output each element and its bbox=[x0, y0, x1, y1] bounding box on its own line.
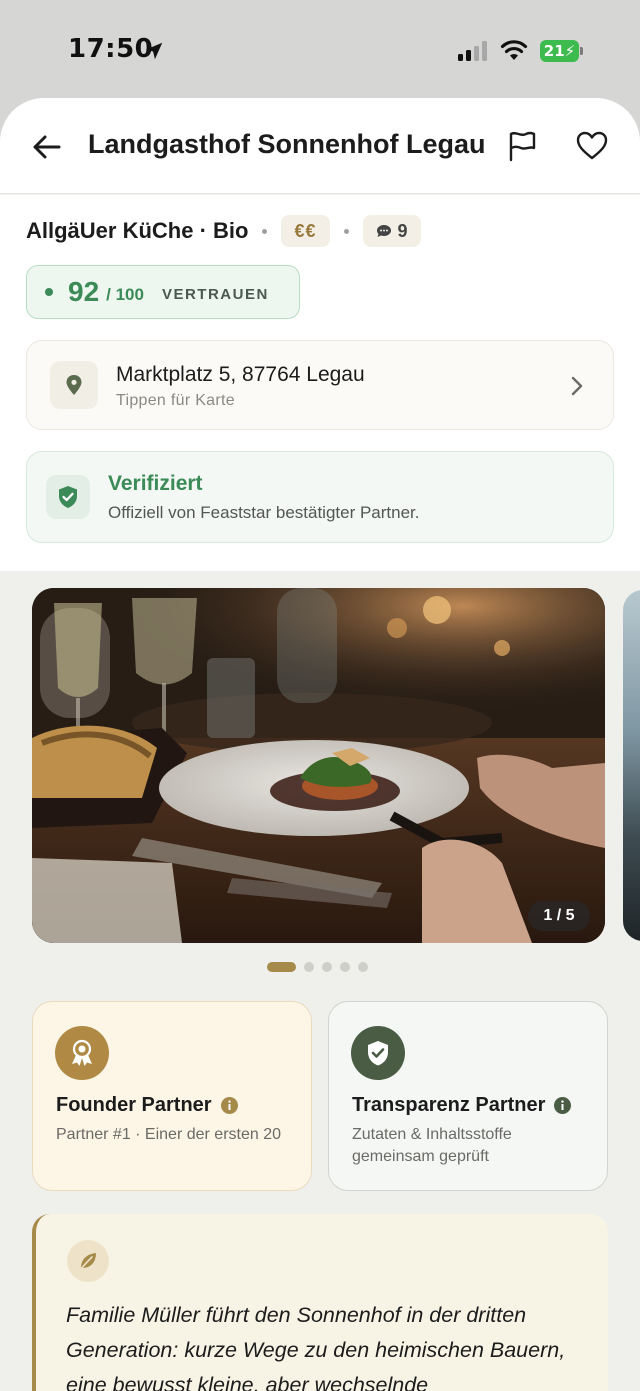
info-icon[interactable] bbox=[554, 1097, 572, 1114]
verified-title: Verifiziert bbox=[108, 472, 203, 495]
location-arrow-icon bbox=[145, 42, 163, 60]
verified-icon-box bbox=[46, 475, 90, 519]
transparency-partner-title-text: Transparenz Partner bbox=[352, 1094, 546, 1116]
pagination-dot[interactable] bbox=[340, 962, 350, 972]
comment-bubble-icon bbox=[376, 225, 391, 237]
story-card: Familie Müller führt den Sonnenhof in de… bbox=[32, 1214, 608, 1391]
status-bar: 17:50 21⚡ bbox=[0, 0, 640, 100]
leaf-icon bbox=[80, 1253, 96, 1270]
cuisine-label: AllgäUer KüChe · Bio bbox=[26, 218, 249, 243]
next-gallery-photo[interactable] bbox=[623, 590, 640, 941]
trust-score-value: 92 bbox=[68, 276, 100, 307]
restaurant-info: AllgäUer KüChe · Bio €€ 9 92 / 100 VERTR… bbox=[0, 195, 640, 571]
gallery-counter: 1 / 5 bbox=[528, 901, 590, 931]
gallery-pagination bbox=[267, 962, 368, 972]
price-badge: €€ bbox=[281, 215, 330, 247]
shield-check-icon bbox=[368, 1041, 388, 1066]
pagination-dot[interactable] bbox=[304, 962, 314, 972]
wifi-icon bbox=[500, 40, 528, 60]
founder-partner-title-text: Founder Partner bbox=[56, 1094, 212, 1116]
gallery-photo[interactable] bbox=[32, 588, 605, 943]
founder-badge bbox=[55, 1026, 109, 1080]
status-time: 17:50 bbox=[68, 34, 154, 64]
shield-check-icon bbox=[59, 486, 77, 508]
transparency-partner-card[interactable]: Transparenz Partner Zutaten & Inhaltssto… bbox=[328, 1001, 608, 1191]
chevron-right-icon bbox=[571, 376, 583, 396]
founder-partner-description: Partner #1 · Einer der ersten 20 bbox=[56, 1126, 282, 1143]
trust-dot bbox=[45, 288, 53, 296]
address-card[interactable]: Marktplatz 5, 87764 Legau Tippen für Kar… bbox=[26, 340, 614, 430]
transparency-badge bbox=[351, 1026, 405, 1080]
cellular-signal-icon bbox=[458, 41, 487, 61]
map-pin-icon bbox=[66, 375, 82, 395]
address-hint: Tippen für Karte bbox=[116, 392, 235, 409]
heart-icon[interactable] bbox=[576, 131, 608, 161]
trust-score-label: VERTRAUEN bbox=[161, 285, 269, 303]
leaf-icon-box bbox=[67, 1240, 109, 1282]
transparency-partner-title: Transparenz Partner bbox=[352, 1094, 572, 1117]
transparency-partner-description: Zutaten & Inhaltsstoffe gemeinsam geprüf… bbox=[352, 1126, 512, 1165]
verified-card: Verifiziert Offiziell von Feaststar best… bbox=[26, 451, 614, 543]
comments-badge[interactable]: 9 bbox=[362, 215, 421, 247]
restaurant-dish-photo bbox=[32, 588, 605, 943]
battery-indicator: 21⚡ bbox=[540, 40, 584, 62]
page-title: Landgasthof Sonnenhof Legau bbox=[88, 129, 486, 159]
address-icon-box bbox=[50, 361, 98, 409]
trust-score-badge[interactable]: 92 / 100 VERTRAUEN bbox=[26, 265, 300, 319]
pagination-dot[interactable] bbox=[358, 962, 368, 972]
trust-score-max: / 100 bbox=[106, 284, 144, 304]
pagination-dot[interactable] bbox=[267, 962, 296, 972]
arrow-left-icon[interactable] bbox=[32, 132, 62, 162]
award-ribbon-icon bbox=[72, 1039, 92, 1066]
address-line: Marktplatz 5, 87764 Legau bbox=[116, 363, 365, 386]
verified-subtitle: Offiziell von Feaststar bestätigter Part… bbox=[108, 503, 420, 522]
story-text: Familie Müller führt den Sonnenhof in de… bbox=[66, 1303, 566, 1391]
info-icon[interactable] bbox=[220, 1097, 238, 1114]
meta-row: AllgäUer KüChe · Bio €€ 9 bbox=[26, 215, 421, 247]
nav-header: Landgasthof Sonnenhof Legau bbox=[0, 98, 640, 194]
founder-partner-title: Founder Partner bbox=[56, 1094, 238, 1117]
separator-dot bbox=[343, 228, 349, 234]
separator-dot bbox=[262, 228, 268, 234]
restaurant-detail-sheet: Landgasthof Sonnenhof Legau AllgäUer KüC… bbox=[0, 98, 640, 1391]
pagination-dot[interactable] bbox=[322, 962, 332, 972]
flag-icon[interactable] bbox=[506, 130, 538, 162]
founder-partner-card[interactable]: Founder Partner Partner #1 · Einer der e… bbox=[32, 1001, 312, 1191]
comments-count: 9 bbox=[397, 220, 408, 241]
battery-level: 21⚡ bbox=[540, 40, 579, 62]
